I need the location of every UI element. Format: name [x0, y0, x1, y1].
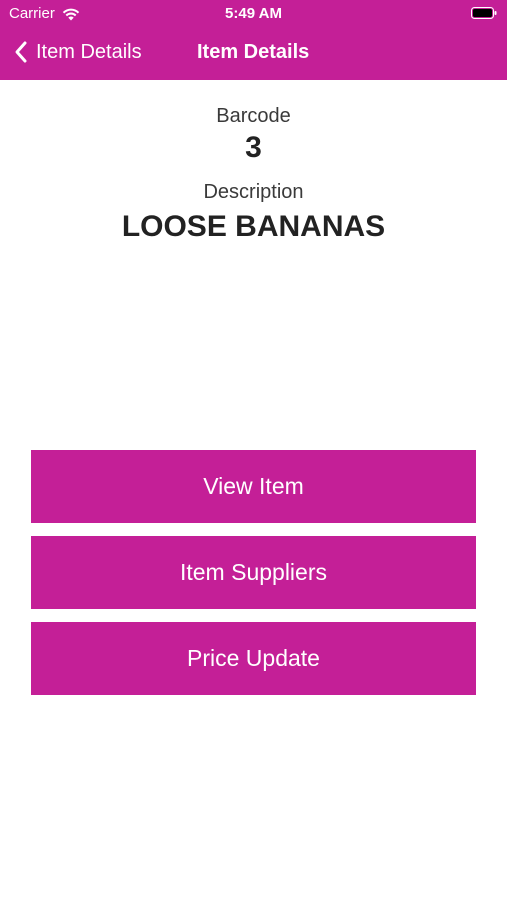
barcode-label: Barcode	[216, 105, 291, 127]
back-button-label: Item Details	[36, 40, 142, 63]
item-info: Barcode 3 Description LOOSE BANANAS	[0, 100, 507, 246]
price-update-button[interactable]: Price Update	[31, 622, 476, 695]
header: Carrier 5:49 AM Item Details Item Detail…	[0, 0, 507, 80]
description-value: LOOSE BANANAS	[121, 210, 386, 243]
battery-icon	[471, 7, 497, 19]
description-label: Description	[203, 181, 304, 203]
status-bar: Carrier 5:49 AM	[0, 0, 507, 28]
action-buttons: View Item Item Suppliers Price Update	[31, 450, 476, 708]
page-title: Item Details	[197, 41, 310, 63]
back-button[interactable]: Item Details	[14, 40, 142, 64]
navigation-bar: Item Details Item Details	[0, 28, 507, 80]
view-item-button[interactable]: View Item	[31, 450, 476, 523]
status-time: 5:49 AM	[225, 5, 282, 22]
item-suppliers-button[interactable]: Item Suppliers	[31, 536, 476, 609]
barcode-value: 3	[245, 131, 262, 164]
chevron-left-icon	[15, 41, 27, 63]
